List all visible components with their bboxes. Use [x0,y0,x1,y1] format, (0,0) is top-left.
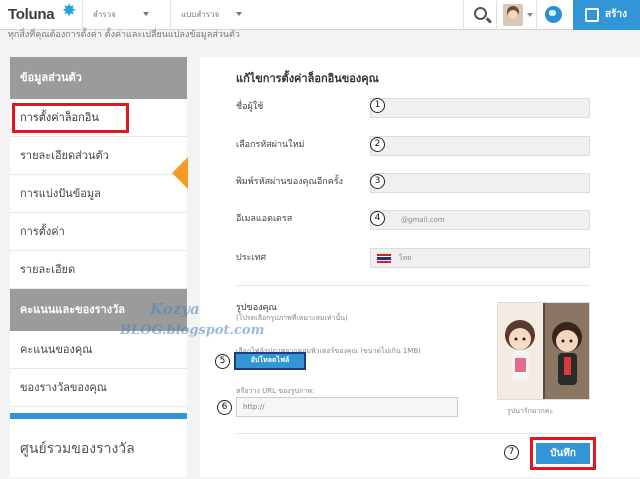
nav-explore-label: สำรวจ [93,10,116,19]
image-url-input[interactable]: http:// [236,397,458,417]
image-url-label: หรือวาง URL ของรูปภาพ: [236,387,315,395]
new-password-label: เลือกรหัสผ่านใหม่ [236,140,305,150]
sidebar-item-details[interactable]: รายละเอียด [10,251,187,289]
sidebar-item-label: รายละเอียดส่วนตัว [20,149,109,162]
confirm-password-field[interactable] [370,173,590,193]
step-marker-7: 7 [504,445,519,460]
nav-surveys-dropdown[interactable]: แบบสำรวจ [170,0,250,30]
save-button[interactable]: บันทึก [536,443,590,464]
profile-photo-image [498,303,589,399]
page-title: แก้ไขการตั้งค่าล็อกอินของคุณ [236,72,379,85]
step-marker-5: 5 [215,354,230,369]
edit-icon [585,8,599,22]
username-label: ชื่อผู้ใช้ [236,102,264,112]
step-marker-1: 1 [370,98,385,113]
step-marker-3: 3 [370,174,385,189]
highlight-box [12,103,129,133]
top-bar: Toluna ✸ สำรวจ แบบสำรวจ สร้าง [0,0,640,30]
save-highlight-box: บันทึก [530,437,596,470]
photo-caption: รูปน่ารักมากค่ะ [507,407,554,415]
chevron-down-icon [143,12,149,16]
sidebar-item-label: รายละเอียด [20,263,76,276]
nav-surveys-label: แบบสำรวจ [181,10,220,19]
sidebar-item-label: การแบ่งปันข้อมูล [20,187,101,200]
country-value: ไทย [399,254,412,262]
email-label: อีเมลแอดเดรส [236,214,293,224]
watermark-url: BLOG.blogspot.com [120,323,265,338]
globe-icon [545,6,562,23]
country-label: ประเทศ [236,253,267,263]
sidebar-item-login-settings[interactable]: การตั้งค่าล็อกอิน [10,99,187,137]
sidebar-item-your-rewards[interactable]: ของรางวัลของคุณ [10,369,187,407]
sidebar-item-label: การตั้งค่า [20,225,65,238]
profile-menu[interactable] [496,0,536,30]
sidebar: ข้อมูลส่วนตัว การตั้งค่าล็อกอิน รายละเอี… [10,57,188,479]
thailand-flag-icon [377,254,391,263]
chevron-down-icon [527,13,533,17]
section-divider [236,433,590,434]
email-field[interactable]: @gmail.com [370,210,590,230]
language-button[interactable] [536,0,573,30]
search-icon [474,7,487,20]
create-button[interactable]: สร้าง [573,0,640,30]
photo-section-title: รูปของคุณ [236,303,277,313]
new-password-field[interactable] [370,136,590,156]
section-divider [236,285,590,286]
step-marker-4: 4 [370,211,385,226]
sidebar-item-label: ของรางวัลของคุณ [20,381,107,394]
create-label: สร้าง [605,9,627,20]
logo-star-icon: ✸ [62,1,77,21]
sidebar-item-label: คะแนนของคุณ [20,343,93,356]
username-field[interactable] [370,98,590,118]
search-button[interactable] [463,0,496,30]
watermark-logo: Kozya [150,300,200,318]
upload-file-button[interactable]: อัปโหลดไฟล์ [234,352,306,370]
sidebar-item-data-sharing[interactable]: การแบ่งปันข้อมูล [10,175,187,213]
page-intro-text: ทุกสิ่งที่คุณต้องการตั้งค่า ตั้งค่าและเป… [8,30,240,40]
nav-explore-dropdown[interactable]: สำรวจ [82,0,157,30]
avatar [503,4,523,26]
sidebar-section-personal: ข้อมูลส่วนตัว [10,57,187,99]
chevron-down-icon [236,12,242,16]
country-select[interactable]: ไทย [370,248,590,268]
step-marker-6: 6 [217,400,232,415]
sidebar-item-personal-details[interactable]: รายละเอียดส่วนตัว [10,137,187,175]
confirm-password-label: พิมพ์รหัสผ่านของคุณอีกครั้ง [236,177,343,187]
sidebar-item-settings[interactable]: การตั้งค่า [10,213,187,251]
toluna-logo[interactable]: Toluna [8,6,55,23]
step-marker-2: 2 [370,137,385,152]
sidebar-item-rewards-center[interactable]: ศูนย์รวมของรางวัล [10,419,187,479]
main-panel: แก้ไขการตั้งค่าล็อกอินของคุณ ชื่อผู้ใช้ … [200,57,640,477]
profile-photo [497,302,590,400]
active-arrow-icon [172,157,188,189]
